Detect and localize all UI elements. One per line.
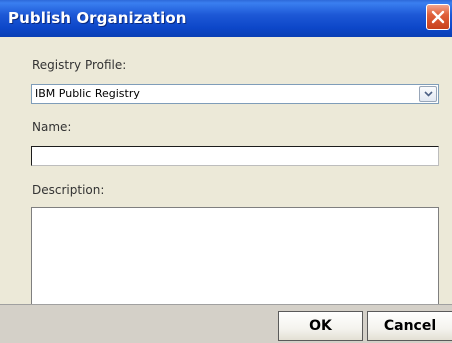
registry-profile-select[interactable]: IBM Public Registry	[31, 84, 439, 104]
description-textarea[interactable]	[31, 207, 439, 317]
chevron-down-icon	[424, 91, 433, 97]
name-input[interactable]	[31, 146, 439, 166]
close-icon	[431, 10, 445, 24]
title-bar[interactable]: Publish Organization	[0, 0, 452, 37]
description-label: Description:	[32, 183, 105, 197]
registry-profile-label: Registry Profile:	[32, 58, 127, 72]
name-label: Name:	[32, 120, 72, 134]
publish-organization-dialog: Publish Organization Registry Profile: I…	[0, 0, 452, 343]
dropdown-button[interactable]	[419, 86, 437, 102]
registry-profile-value: IBM Public Registry	[35, 87, 140, 100]
button-bar: OK Cancel	[0, 304, 452, 343]
cancel-button[interactable]: Cancel	[367, 311, 452, 341]
window-title: Publish Organization	[8, 9, 187, 27]
ok-button[interactable]: OK	[278, 311, 363, 341]
close-button[interactable]	[426, 4, 450, 30]
